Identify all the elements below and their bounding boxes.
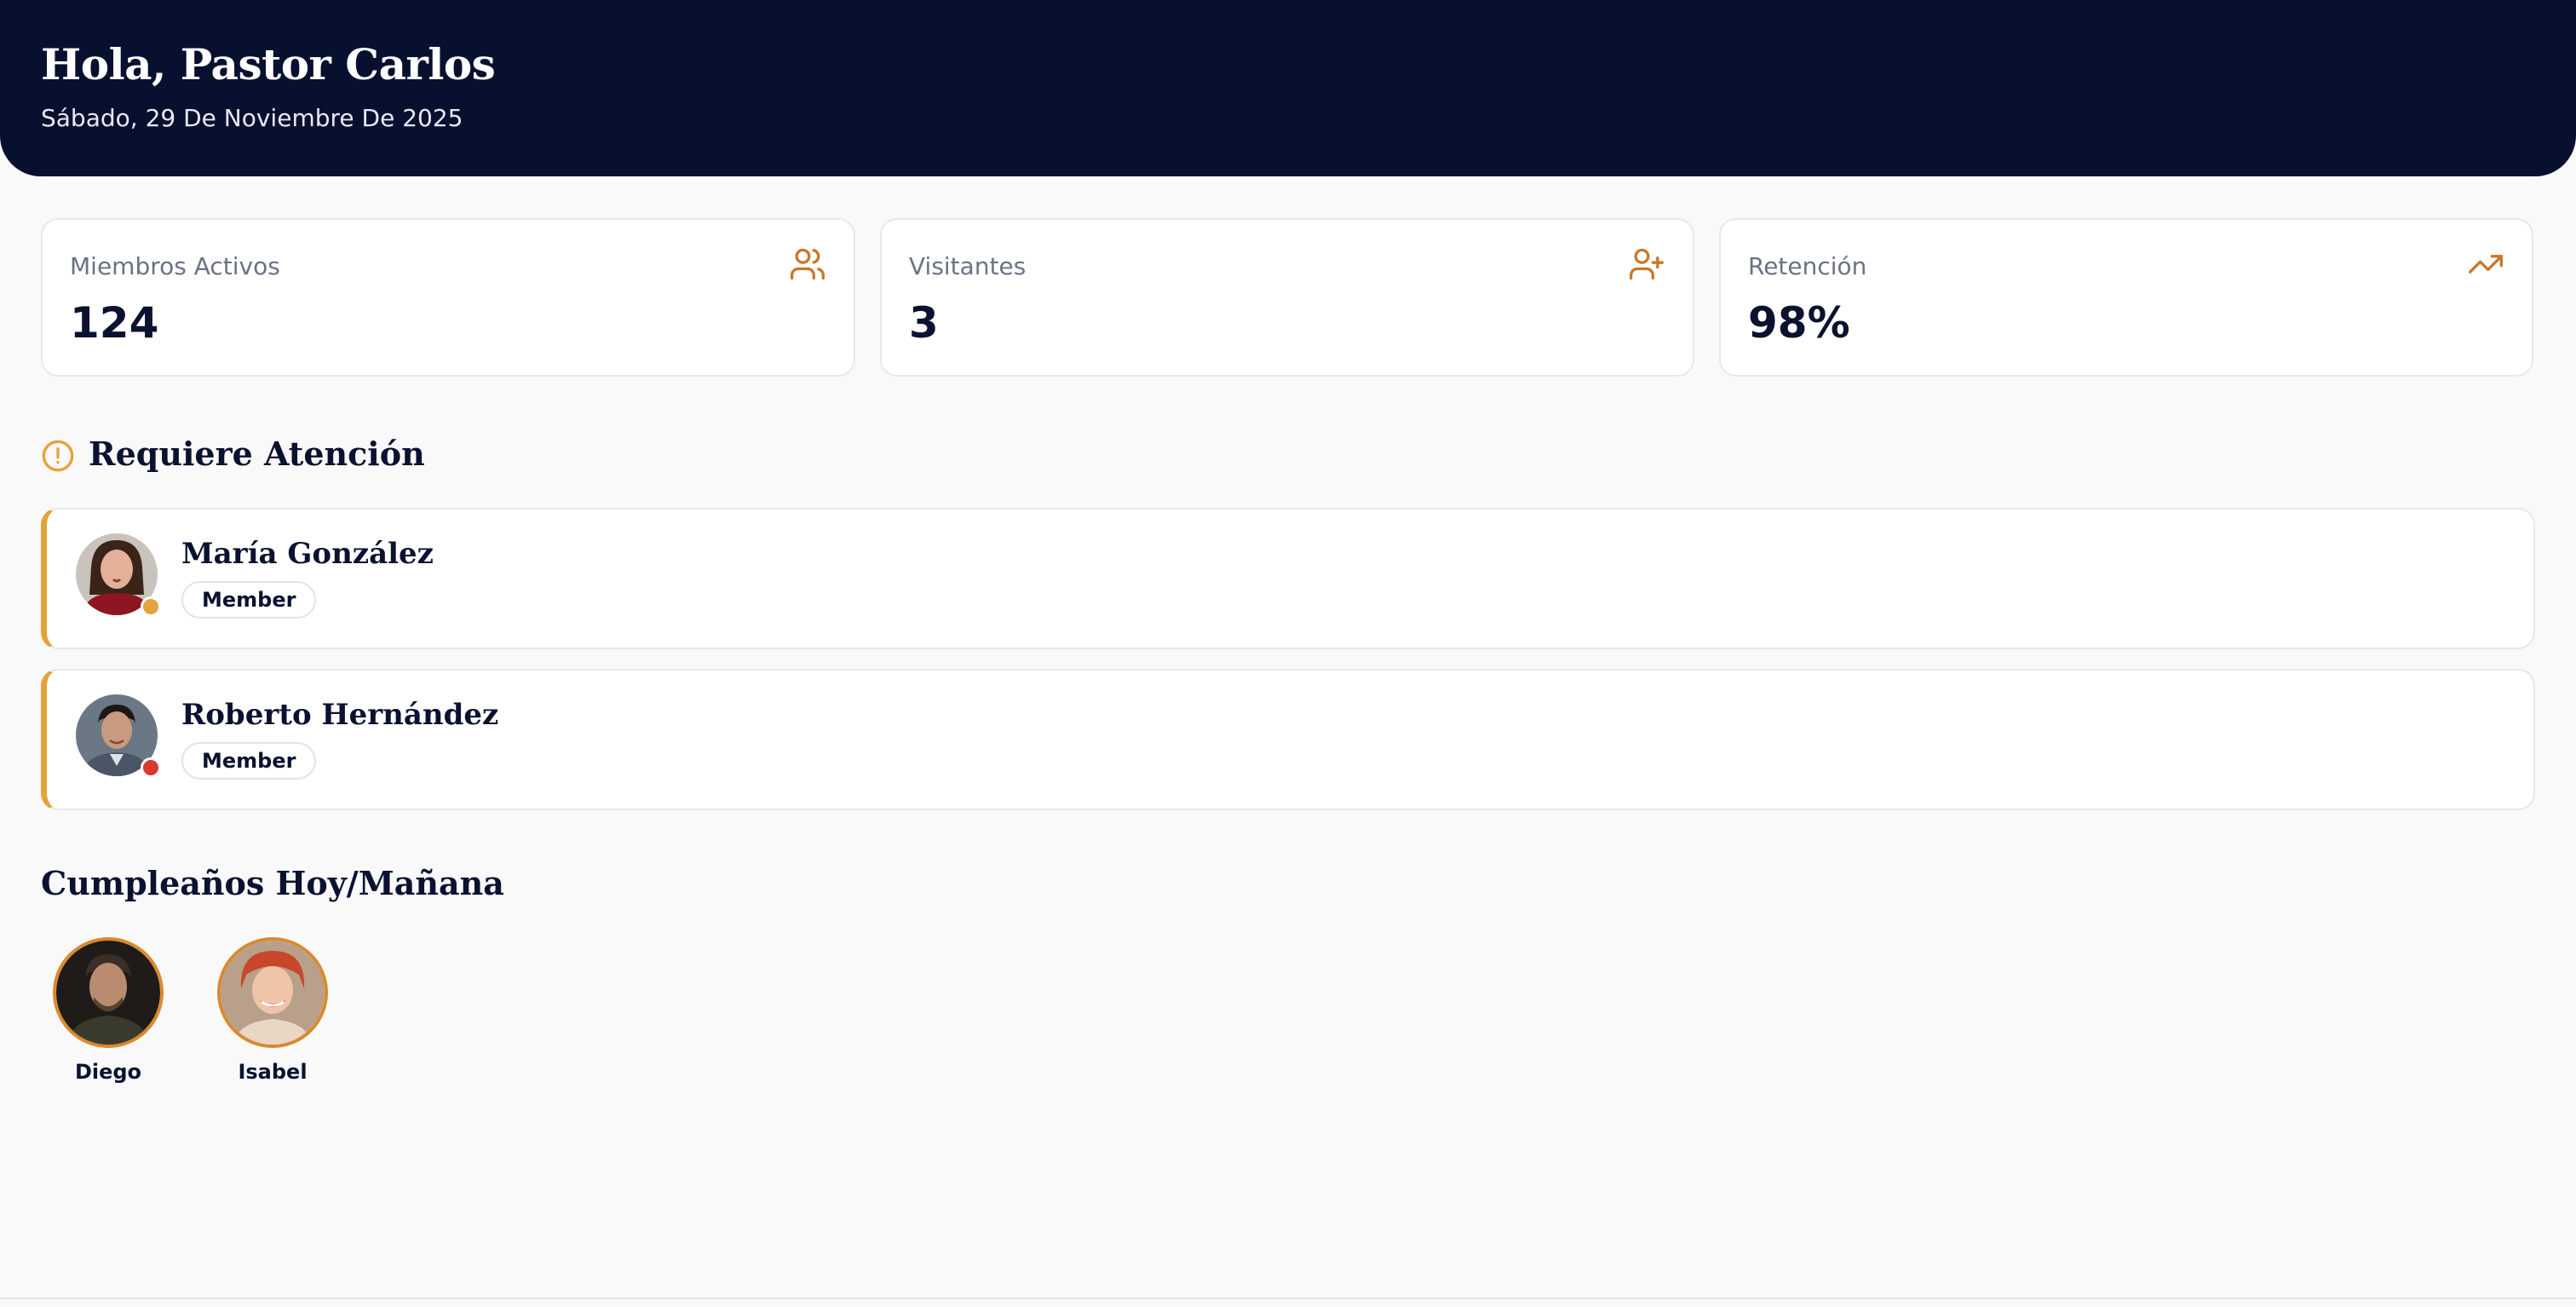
avatar	[53, 937, 164, 1048]
status-dot	[141, 596, 161, 617]
role-badge: Member	[181, 742, 317, 780]
stat-label: Miembros Activos	[70, 252, 280, 280]
alert-circle-icon	[42, 440, 74, 472]
current-date: Sábado, 29 De Noviembre De 2025	[41, 104, 463, 132]
stat-value: 98%	[1748, 298, 1850, 348]
stat-card-retention[interactable]: Retención 98%	[1719, 218, 2533, 377]
attention-person-card[interactable]: María González Member	[41, 508, 2535, 649]
avatar	[217, 937, 328, 1048]
stat-value: 3	[909, 298, 939, 348]
birthday-name: Diego	[74, 1060, 142, 1084]
attention-person-card[interactable]: Roberto Hernández Member	[41, 669, 2535, 810]
role-badge: Member	[181, 581, 317, 619]
birthday-name: Isabel	[238, 1060, 308, 1084]
attention-section-title: Requiere Atención	[89, 435, 425, 473]
stat-card-members[interactable]: Miembros Activos 124	[41, 218, 855, 377]
stat-card-visitors[interactable]: Visitantes 3	[880, 218, 1694, 377]
birthday-person[interactable]: Isabel	[213, 937, 332, 1084]
person-name: Roberto Hernández	[181, 698, 499, 732]
stat-label: Retención	[1748, 252, 1867, 280]
status-dot	[141, 757, 161, 778]
avatar	[76, 533, 161, 617]
divider	[0, 1298, 2576, 1299]
user-plus-icon	[1630, 248, 1664, 280]
users-icon	[791, 248, 825, 280]
trending-up-icon	[2469, 255, 2503, 273]
greeting-title: Hola, Pastor Carlos	[41, 39, 496, 89]
person-name: María González	[181, 537, 434, 571]
stat-label: Visitantes	[909, 252, 1026, 280]
avatar	[76, 694, 161, 778]
birthdays-section-title: Cumpleaños Hoy/Mañana	[41, 864, 504, 902]
stat-value: 124	[70, 298, 159, 348]
header-banner: Hola, Pastor Carlos Sábado, 29 De Noviem…	[0, 0, 2576, 176]
birthday-person[interactable]: Diego	[49, 937, 168, 1084]
